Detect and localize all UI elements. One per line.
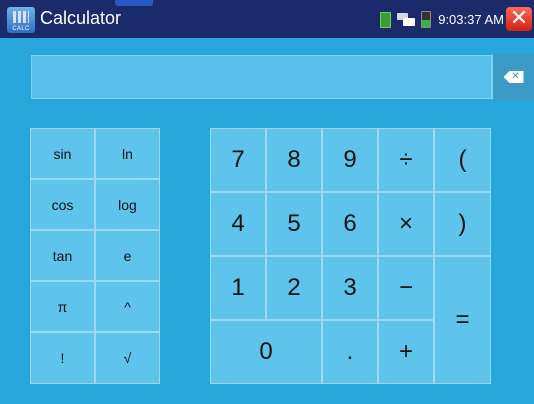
- key-divide[interactable]: ÷: [378, 128, 434, 192]
- key-ln[interactable]: ln: [95, 128, 160, 179]
- app-icon-caption: CALC: [12, 26, 30, 32]
- close-icon: ✕: [509, 6, 529, 31]
- key-log[interactable]: log: [95, 179, 160, 230]
- backspace-icon: ✕: [503, 71, 524, 83]
- app-title: Calculator: [40, 8, 122, 28]
- key-0[interactable]: 0: [210, 320, 322, 384]
- key-minus[interactable]: −: [378, 256, 434, 320]
- key-sin[interactable]: sin: [30, 128, 95, 179]
- key-decimal[interactable]: .: [322, 320, 378, 384]
- key-9[interactable]: 9: [322, 128, 378, 192]
- key-1[interactable]: 1: [210, 256, 266, 320]
- key-open-paren[interactable]: (: [434, 128, 491, 192]
- key-5[interactable]: 5: [266, 192, 322, 256]
- key-equals[interactable]: =: [434, 256, 491, 384]
- calc-app-icon[interactable]: CALC: [7, 7, 35, 33]
- key-factorial[interactable]: !: [30, 332, 95, 384]
- key-multiply[interactable]: ×: [378, 192, 434, 256]
- key-plus[interactable]: +: [378, 320, 434, 384]
- key-6[interactable]: 6: [322, 192, 378, 256]
- key-8[interactable]: 8: [266, 128, 322, 192]
- status-area: 9:03:37 AM: [380, 11, 504, 28]
- key-4[interactable]: 4: [210, 192, 266, 256]
- network-icon: [397, 13, 416, 26]
- clock-time: 9:03:37 AM: [438, 12, 504, 27]
- key-2[interactable]: 2: [266, 256, 322, 320]
- expression-display[interactable]: [31, 55, 492, 99]
- key-power[interactable]: ^: [95, 281, 160, 332]
- key-close-paren[interactable]: ): [434, 192, 491, 256]
- top-tab-indicator: [115, 0, 153, 6]
- key-sqrt[interactable]: √: [95, 332, 160, 384]
- key-cos[interactable]: cos: [30, 179, 95, 230]
- key-3[interactable]: 3: [322, 256, 378, 320]
- close-button[interactable]: ✕: [506, 7, 532, 31]
- battery-icon: [421, 11, 432, 28]
- key-7[interactable]: 7: [210, 128, 266, 192]
- title-bar: CALC Calculator 9:03:37 AM ✕: [0, 0, 534, 38]
- key-e[interactable]: e: [95, 230, 160, 281]
- key-pi[interactable]: π: [30, 281, 95, 332]
- key-tan[interactable]: tan: [30, 230, 95, 281]
- calculator-body: ✕ sin ln cos log tan e π ^ ! √ 7 8 9 ÷ (…: [0, 38, 534, 404]
- backspace-button[interactable]: ✕: [492, 54, 534, 100]
- sd-card-icon: [380, 11, 392, 28]
